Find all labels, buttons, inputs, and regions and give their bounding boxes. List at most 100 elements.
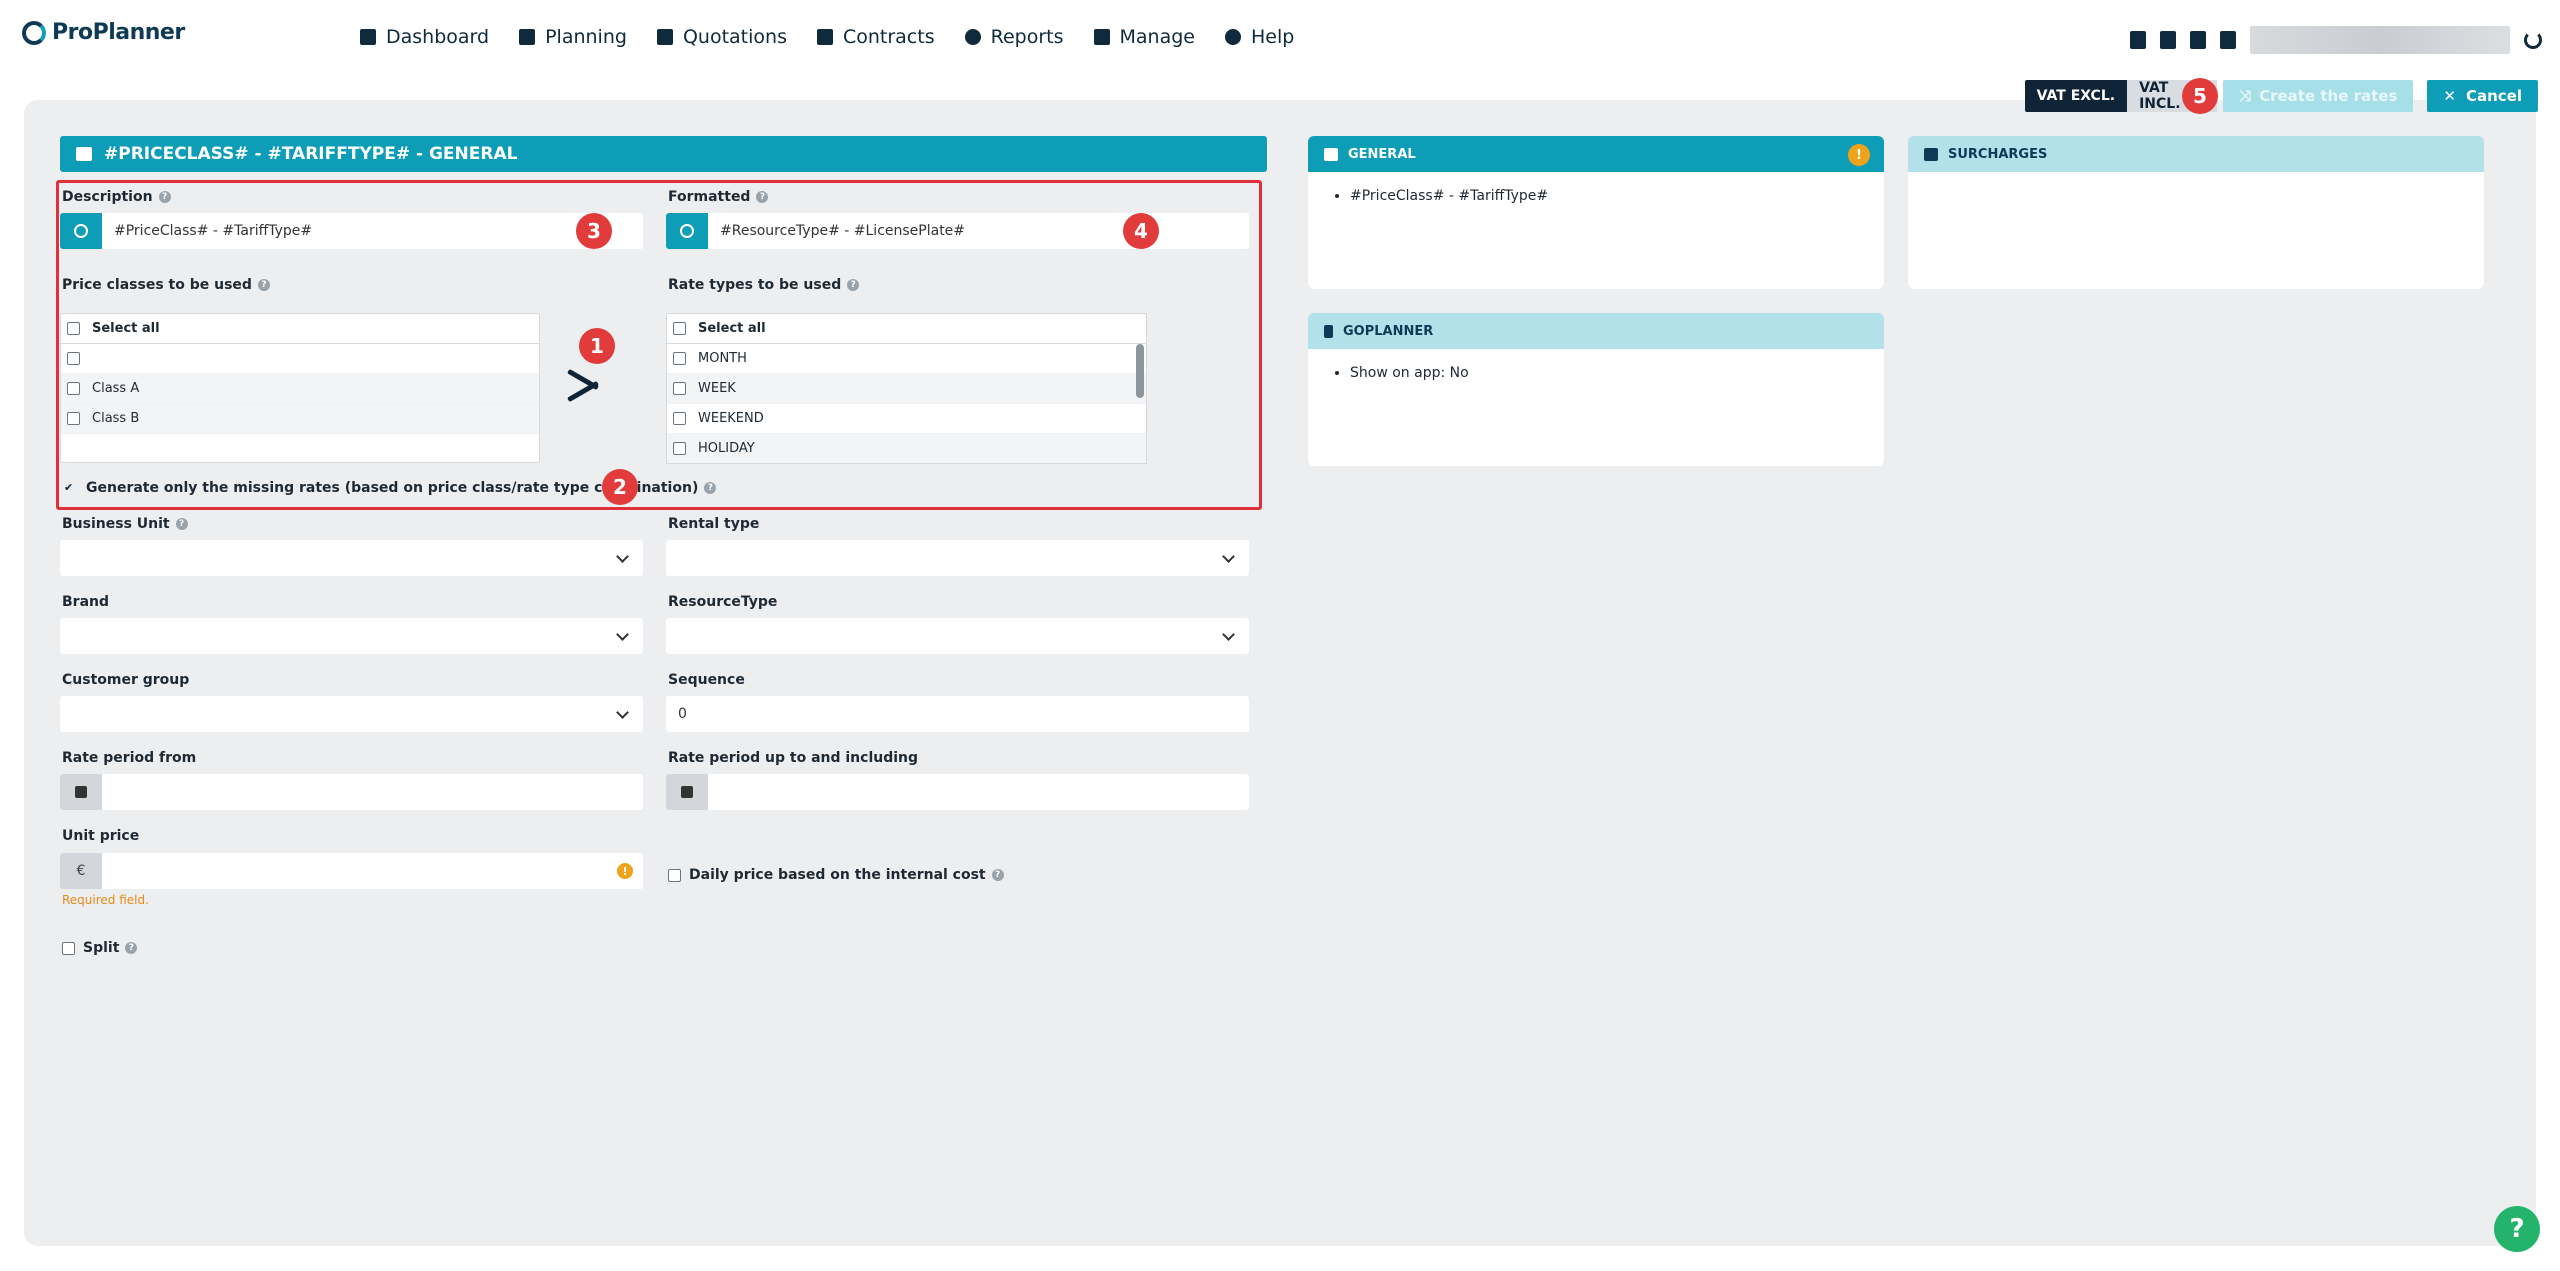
select-all-row[interactable]: Select all <box>61 314 539 344</box>
rental-type-select[interactable] <box>666 540 1249 576</box>
item-checkbox[interactable] <box>673 382 686 395</box>
info-icon: ? <box>847 279 860 291</box>
nav-label: Help <box>1250 26 1295 48</box>
daily-price-option[interactable]: Daily price based on the internal cost? <box>668 867 1004 883</box>
select-all-checkbox[interactable] <box>67 322 80 335</box>
formatted-field[interactable]: #ResourceType# - #LicensePlate# <box>666 213 1249 249</box>
action-buttons: VAT EXCL. VAT INCL. ⤨ Create the rates ✕ C… <box>2024 80 2538 112</box>
sequence-field[interactable]: 0 <box>666 696 1249 732</box>
item-checkbox[interactable] <box>673 442 686 455</box>
warning-icon: ! <box>1848 144 1870 166</box>
file-contract-icon <box>816 29 833 45</box>
rate-from-field[interactable] <box>60 774 643 810</box>
list-item: #PriceClass# - #TariffType# <box>1350 188 1842 204</box>
megaphone-icon[interactable] <box>2190 31 2206 49</box>
select-all-label: Select all <box>698 321 766 336</box>
description-field[interactable]: #PriceClass# - #TariffType# <box>60 213 643 249</box>
user-name-redacted[interactable] <box>2250 26 2510 54</box>
globe-icon <box>680 224 694 238</box>
annotation-badge: 2 <box>602 469 638 505</box>
info-icon: ? <box>158 191 171 203</box>
file-search-icon[interactable] <box>2160 31 2176 49</box>
layers-icon <box>76 147 92 161</box>
calendar-button[interactable] <box>666 774 708 810</box>
nav-help[interactable]: Help <box>1224 26 1295 48</box>
customer-group-label: Customer group <box>62 672 190 688</box>
power-icon[interactable] <box>2524 31 2542 49</box>
create-rates-button[interactable]: ⤨ Create the rates <box>2223 80 2414 112</box>
general-card-header[interactable]: GENERAL! <box>1308 136 1884 172</box>
business-unit-select[interactable] <box>60 540 643 576</box>
select-all-row[interactable]: Select all <box>667 314 1146 344</box>
chevron-down-icon <box>616 550 629 563</box>
item-checkbox[interactable] <box>673 412 686 425</box>
proplanner-logo[interactable]: ProPlanner <box>22 20 185 45</box>
nav-reports[interactable]: Reports <box>964 26 1064 48</box>
list-item[interactable]: Class A <box>61 374 539 404</box>
resource-type-select[interactable] <box>666 618 1249 654</box>
nav-manage[interactable]: Manage <box>1093 26 1195 48</box>
nav-label: Contracts <box>842 26 935 48</box>
item-checkbox[interactable] <box>67 412 80 425</box>
form-title: #PRICECLASS# - #TARIFFTYPE# - GENERAL <box>104 144 518 164</box>
translate-button[interactable] <box>60 213 102 249</box>
general-card: GENERAL! #PriceClass# - #TariffType# <box>1308 136 1884 289</box>
unit-price-field[interactable]: € ! <box>60 853 643 889</box>
goplanner-card-header[interactable]: GOPLANNER <box>1308 313 1884 349</box>
select-all-checkbox[interactable] <box>673 322 686 335</box>
daily-price-checkbox[interactable] <box>668 868 681 882</box>
surcharges-card-header[interactable]: SURCHARGES <box>1908 136 2484 172</box>
checkmark-icon[interactable]: ✔ <box>64 482 76 494</box>
brand-select[interactable] <box>60 618 643 654</box>
item-checkbox[interactable] <box>673 352 686 365</box>
mobile-icon <box>1324 324 1333 338</box>
chevron-down-icon <box>616 706 629 719</box>
annotation-badge: 1 <box>579 328 615 364</box>
calendar-button[interactable] <box>60 774 102 810</box>
list-item[interactable]: MONTH <box>667 344 1146 374</box>
list-item[interactable]: HOLIDAY <box>667 434 1146 463</box>
general-card-list: #PriceClass# - #TariffType# <box>1308 172 1884 220</box>
cancel-button[interactable]: ✕ Cancel <box>2427 80 2538 112</box>
warning-icon: ! <box>617 863 633 879</box>
nav-quotations[interactable]: Quotations <box>656 26 787 48</box>
goplanner-card-list: Show on app: No <box>1308 349 1884 397</box>
split-checkbox[interactable] <box>62 941 75 955</box>
info-icon: ? <box>991 869 1004 881</box>
customer-group-select[interactable] <box>60 696 643 732</box>
annotation-badge: 4 <box>1123 213 1159 249</box>
clipboard-icon[interactable] <box>2130 31 2146 49</box>
nav-dashboard[interactable]: Dashboard <box>360 26 489 48</box>
list-item[interactable]: WEEKEND <box>667 404 1146 434</box>
question-circle-icon <box>1224 29 1241 45</box>
help-button[interactable]: ? <box>2494 1206 2540 1252</box>
list-item[interactable]: Class B <box>61 404 539 434</box>
surcharges-card-title: SURCHARGES <box>1948 146 2048 162</box>
nav-contracts[interactable]: Contracts <box>816 26 935 48</box>
description-label-text: Description <box>62 189 153 205</box>
price-classes-list[interactable]: Select all Class A Class B <box>60 313 540 463</box>
translate-button[interactable] <box>666 213 708 249</box>
sequence-value: 0 <box>678 706 687 722</box>
nav-planning[interactable]: Planning <box>519 26 627 48</box>
calendar-icon <box>681 786 693 798</box>
item-checkbox[interactable] <box>67 352 80 365</box>
description-label: Description? <box>62 189 171 205</box>
nav-label: Dashboard <box>386 26 490 48</box>
rate-to-field[interactable] <box>666 774 1249 810</box>
shuffle-icon: ⤨ <box>2239 87 2252 105</box>
currency-addon: € <box>60 853 102 889</box>
cancel-label: Cancel <box>2465 87 2522 105</box>
rate-types-list[interactable]: Select all MONTH WEEK WEEKEND HOLIDAY <box>666 313 1147 464</box>
user-toolbar <box>2130 26 2542 54</box>
item-label: MONTH <box>698 351 747 366</box>
list-item[interactable] <box>61 344 539 374</box>
split-option[interactable]: Split? <box>62 940 138 956</box>
scrollbar[interactable] <box>1136 344 1144 398</box>
vat-excl-toggle[interactable]: VAT EXCL. <box>2024 80 2128 112</box>
brand-label: Brand <box>62 594 110 610</box>
item-checkbox[interactable] <box>67 382 80 395</box>
annotation-badge: 3 <box>576 213 612 249</box>
user-icon[interactable] <box>2220 31 2236 49</box>
list-item[interactable]: WEEK <box>667 374 1146 404</box>
